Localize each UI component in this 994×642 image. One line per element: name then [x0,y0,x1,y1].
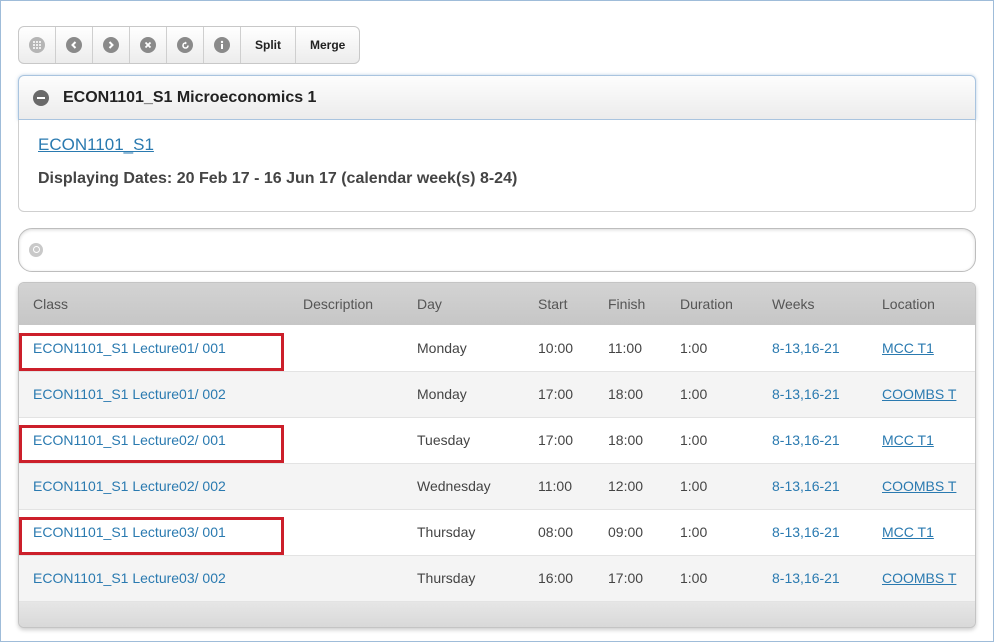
close-button[interactable] [130,27,167,63]
column-header-weeks[interactable]: Weeks [758,283,868,325]
forward-icon [103,37,119,53]
start-cell: 10:00 [538,339,574,356]
location-cell: COOMBS T [868,555,975,601]
class-cell[interactable]: ECON1101_S1 Lecture03/ 002 [19,555,289,601]
location-cell: COOMBS T [868,463,975,509]
course-panel-header[interactable]: ECON1101_S1 Microeconomics 1 [18,75,976,120]
toolbar: Split Merge [18,26,361,64]
info-button[interactable] [204,27,241,63]
info-icon [214,37,230,53]
back-icon [66,37,82,53]
class-cell[interactable]: ECON1101_S1 Lecture03/ 001 [19,509,289,555]
start-cell: 11:00 [538,478,572,494]
column-header-description[interactable]: Description [289,283,403,325]
location-link[interactable]: COOMBS T [882,478,956,494]
day-cell: Monday [417,339,467,356]
table-header-row: Class Description Day Start Finish Durat… [19,283,975,325]
class-cell[interactable]: ECON1101_S1 Lecture02/ 001 [19,417,289,463]
grid-button[interactable] [19,27,56,63]
start-cell: 17:00 [538,386,574,402]
description-cell [289,371,403,417]
search-icon [29,243,43,257]
day-cell: Thursday [417,570,476,586]
table-row[interactable]: ECON1101_S1 Lecture02/ 002 Wednesday 11:… [19,463,975,509]
weeks-cell[interactable]: 8-13,16-21 [758,463,868,509]
start-cell: 17:00 [538,432,574,448]
weeks-cell[interactable]: 8-13,16-21 [758,509,868,555]
table-row[interactable]: ECON1101_S1 Lecture01/ 002 Monday 17:00 … [19,371,975,417]
duration-cell: 1:00 [680,386,708,402]
table-footer [19,601,975,627]
displaying-dates: Displaying Dates: 20 Feb 17 - 16 Jun 17 … [38,170,518,187]
column-header-location[interactable]: Location [868,283,975,325]
duration-cell: 1:00 [680,339,708,356]
location-cell: MCC T1 [868,417,975,463]
class-cell[interactable]: ECON1101_S1 Lecture02/ 002 [19,463,289,509]
location-link[interactable]: COOMBS T [882,570,956,586]
search-box[interactable] [18,228,976,272]
class-cell[interactable]: ECON1101_S1 Lecture01/ 001 [19,325,289,371]
finish-cell: 12:00 [608,478,644,494]
weeks-cell[interactable]: 8-13,16-21 [758,555,868,601]
split-button[interactable]: Split [241,27,296,63]
duration-cell: 1:00 [680,432,708,448]
start-cell: 08:00 [538,524,574,540]
column-header-start[interactable]: Start [524,283,594,325]
description-cell [289,555,403,601]
forward-button[interactable] [93,27,130,63]
location-cell: COOMBS T [868,371,975,417]
refresh-button[interactable] [167,27,204,63]
finish-cell: 17:00 [608,570,644,586]
location-link[interactable]: MCC T1 [882,340,934,356]
weeks-cell[interactable]: 8-13,16-21 [758,417,868,463]
day-cell: Tuesday [417,432,471,448]
column-header-class[interactable]: Class [19,283,289,325]
finish-cell: 11:00 [608,339,642,356]
day-cell: Thursday [417,524,476,540]
location-cell: MCC T1 [868,509,975,555]
weeks-cell[interactable]: 8-13,16-21 [758,371,868,417]
duration-cell: 1:00 [680,478,708,494]
collapse-icon[interactable] [33,89,49,106]
finish-cell: 18:00 [608,386,644,402]
description-cell [289,325,403,371]
search-input[interactable] [51,237,951,263]
duration-cell: 1:00 [680,524,708,540]
location-link[interactable]: MCC T1 [882,524,934,540]
finish-cell: 09:00 [608,524,644,540]
course-link[interactable]: ECON1101_S1 [38,135,154,155]
day-cell: Wednesday [417,478,491,494]
day-cell: Monday [417,386,467,402]
refresh-icon [177,37,193,53]
table-row[interactable]: ECON1101_S1 Lecture02/ 001 Tuesday 17:00… [19,417,975,463]
back-button[interactable] [56,27,93,63]
merge-button[interactable]: Merge [296,27,359,63]
panel-title: ECON1101_S1 Microeconomics 1 [63,88,317,106]
class-table: Class Description Day Start Finish Durat… [18,282,976,628]
column-header-day[interactable]: Day [403,283,524,325]
location-cell: MCC T1 [868,325,975,371]
class-cell[interactable]: ECON1101_S1 Lecture01/ 002 [19,371,289,417]
close-icon [140,37,156,53]
description-cell [289,463,403,509]
description-cell [289,509,403,555]
table-row[interactable]: ECON1101_S1 Lecture03/ 002 Thursday 16:0… [19,555,975,601]
finish-cell: 18:00 [608,432,644,448]
location-link[interactable]: COOMBS T [882,386,956,402]
duration-cell: 1:00 [680,570,708,586]
location-link[interactable]: MCC T1 [882,432,934,448]
table-row[interactable]: ECON1101_S1 Lecture03/ 001 Thursday 08:0… [19,509,975,555]
weeks-cell[interactable]: 8-13,16-21 [758,325,868,371]
table-row[interactable]: ECON1101_S1 Lecture01/ 001 Monday 10:00 … [19,325,975,371]
column-header-finish[interactable]: Finish [594,283,666,325]
start-cell: 16:00 [538,570,574,586]
course-panel-body: ECON1101_S1 Displaying Dates: 20 Feb 17 … [18,120,976,212]
column-header-duration[interactable]: Duration [666,283,758,325]
description-cell [289,417,403,463]
grid-icon [29,37,45,53]
